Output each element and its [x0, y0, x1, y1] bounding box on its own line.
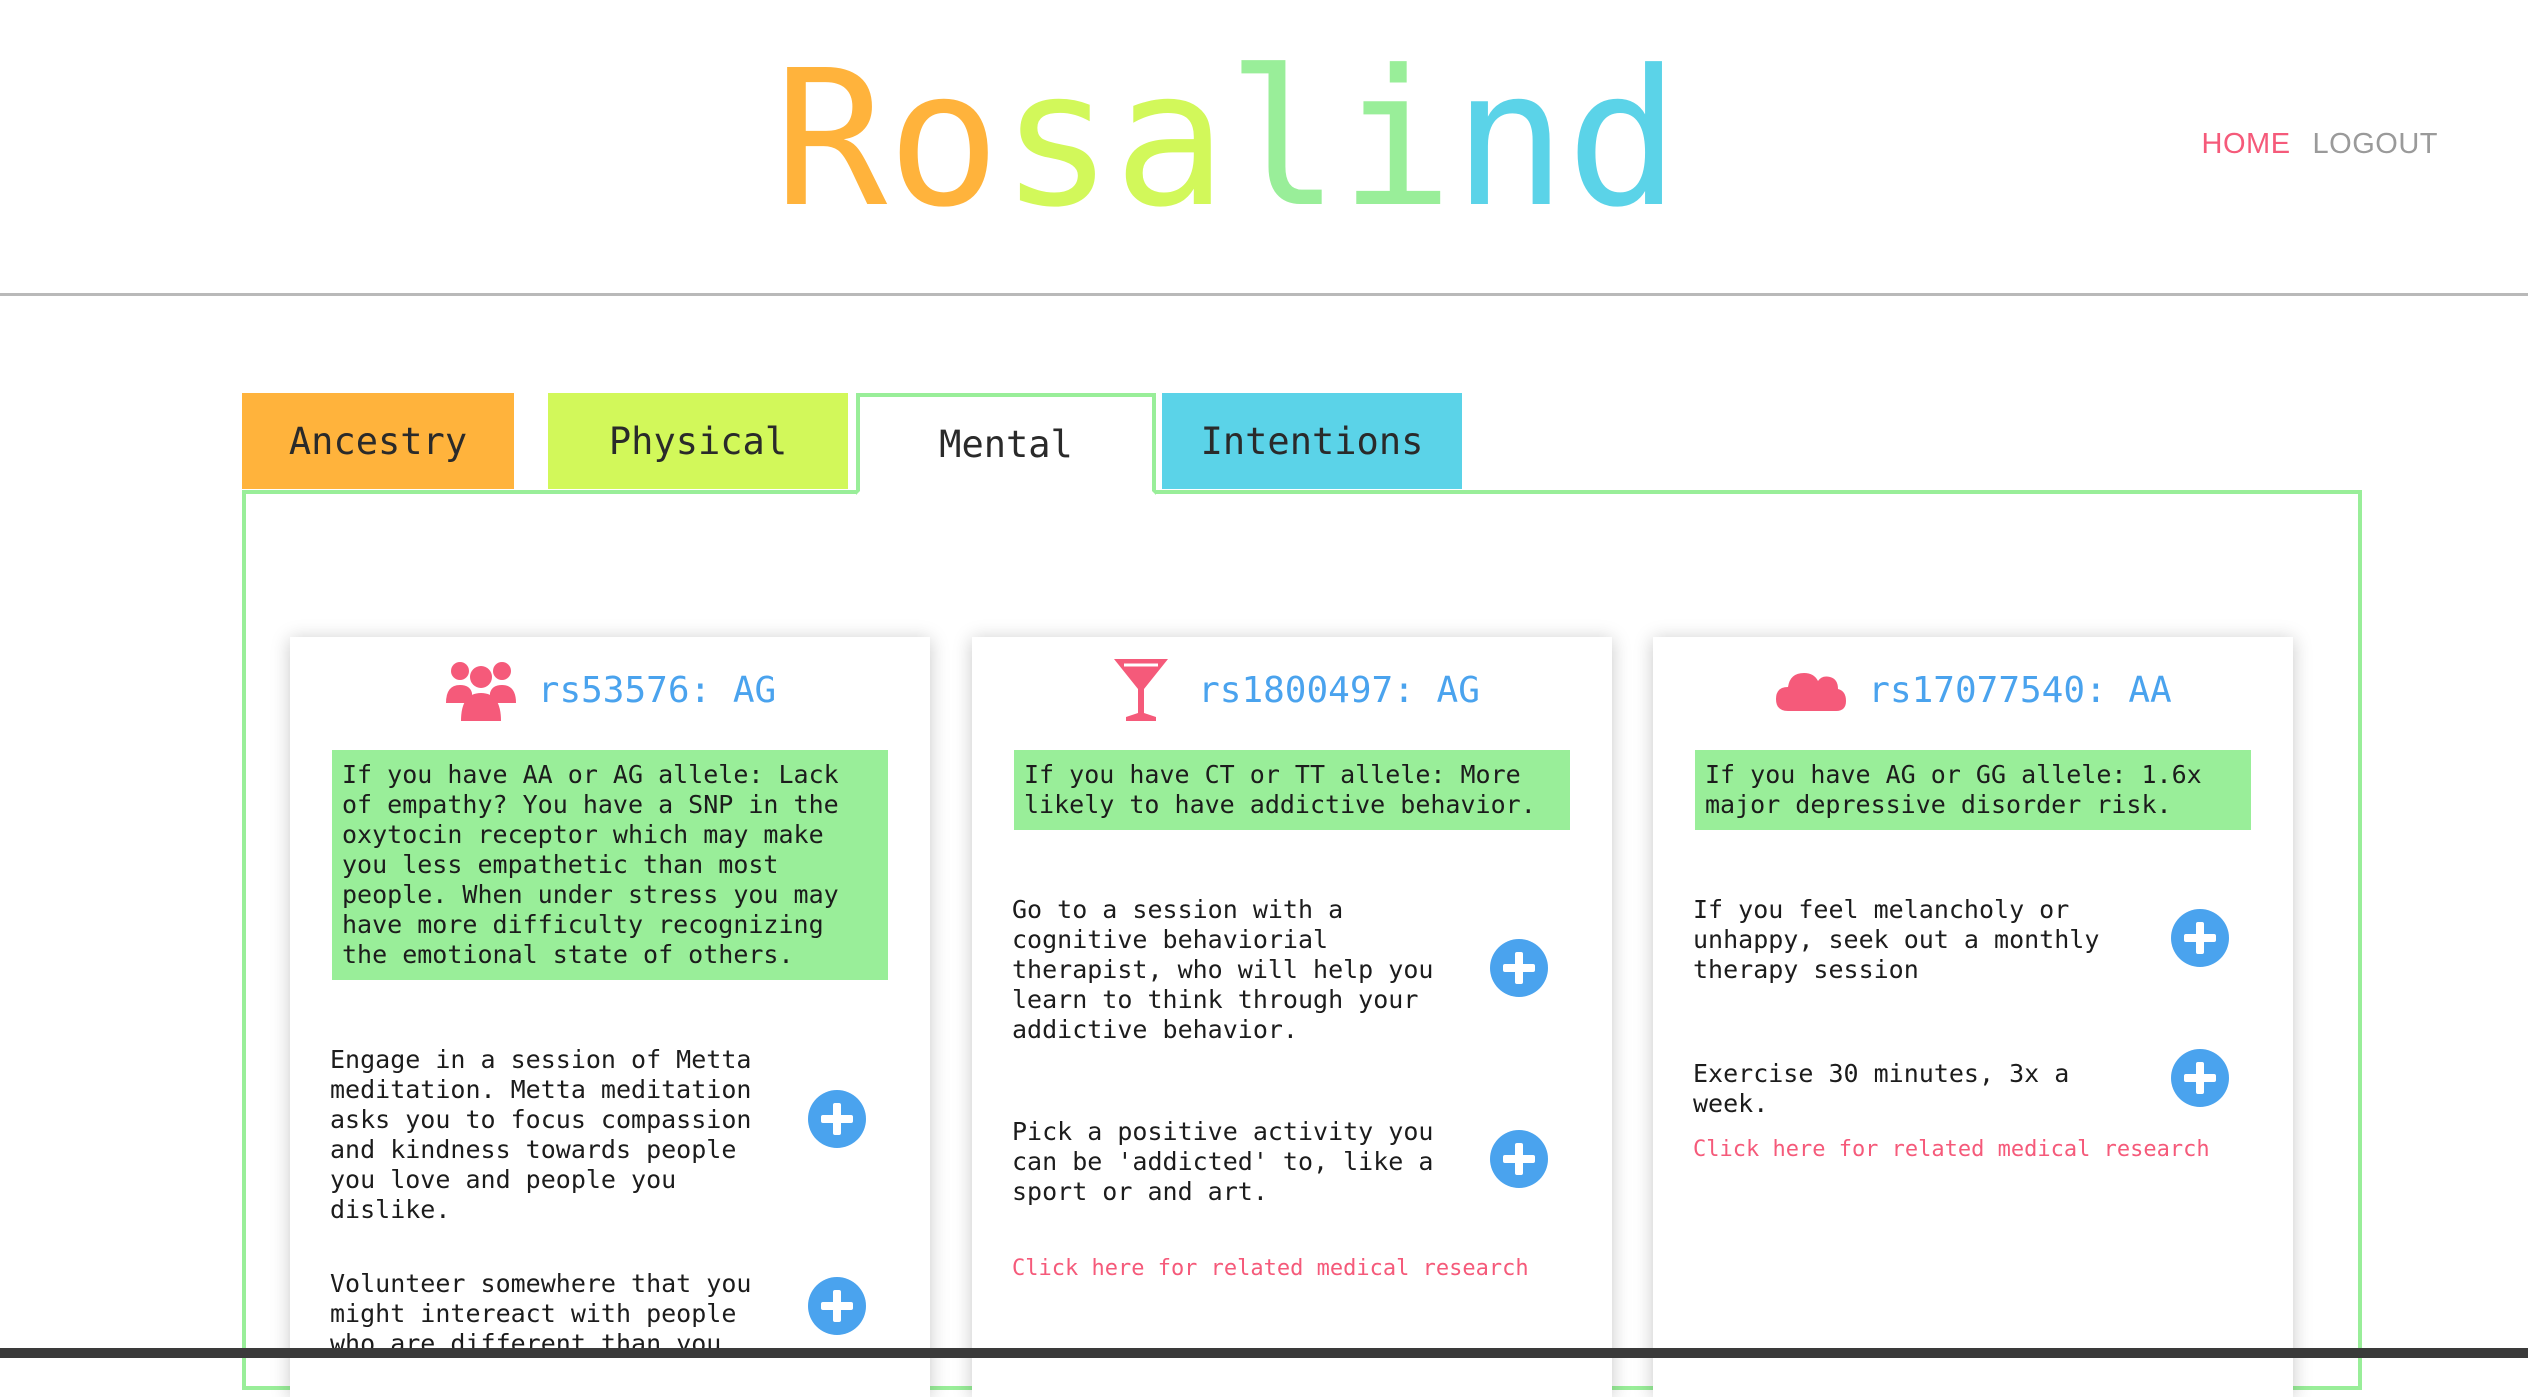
snp-genotype-title: rs17077540: AA [1868, 669, 2172, 711]
top-nav: HOME LOGOUT [2202, 128, 2438, 161]
card-header: rs17077540: AA [1653, 655, 2293, 725]
intention-text: Go to a session with a cognitive behavio… [1012, 895, 1434, 1044]
tab-ancestry[interactable]: Ancestry [242, 393, 514, 489]
cloud-icon [1774, 657, 1848, 723]
logo-letter: l [1226, 30, 1340, 249]
nav-home-link[interactable]: HOME [2202, 128, 2291, 161]
logo-letter: i [1339, 30, 1454, 249]
logo-letter: d [1566, 30, 1680, 249]
snp-card: rs17077540: AA If you have AG or GG alle… [1653, 637, 2293, 1397]
card-header: rs53576: AG [290, 655, 930, 725]
cocktail-glass-icon [1104, 657, 1178, 723]
intention-item: Go to a session with a cognitive behavio… [1012, 895, 1572, 1044]
nav-logout-link[interactable]: LOGOUT [2313, 128, 2438, 161]
risk-description: If you have AG or GG allele: 1.6x major … [1695, 750, 2251, 830]
add-intention-button[interactable] [808, 1090, 866, 1148]
tab-mental[interactable]: Mental [856, 393, 1156, 495]
intention-text: Exercise 30 minutes, 3x a week. [1693, 1059, 2070, 1118]
site-logo: Rosalind [774, 20, 1754, 260]
tab-intentions[interactable]: Intentions [1162, 393, 1462, 489]
card-header: rs1800497: AG [972, 655, 1612, 725]
logo-letter: s [1000, 30, 1114, 249]
people-group-icon [444, 657, 518, 723]
logo-letter: n [1453, 30, 1567, 249]
category-tabs: Ancestry Physical Mental Intentions [242, 393, 2362, 495]
intention-item: If you feel melancholy or unhappy, seek … [1693, 895, 2253, 1025]
intention-item: Pick a positive activity you can be 'add… [1012, 1117, 1572, 1247]
window-bottom-edge [0, 1348, 2528, 1358]
logo-letter: R [774, 30, 888, 249]
medical-research-link[interactable]: Click here for related medical research [1693, 1137, 2210, 1162]
add-intention-button[interactable] [808, 1277, 866, 1335]
intention-item: Exercise 30 minutes, 3x a week. [1693, 1049, 2253, 1189]
add-intention-button[interactable] [1490, 939, 1548, 997]
risk-description: If you have CT or TT allele: More likely… [1014, 750, 1570, 830]
medical-research-link[interactable]: Click here for related medical research [1012, 1256, 1529, 1281]
intention-item: Volunteer somewhere that you might inter… [330, 1269, 890, 1397]
logo-letter: o [887, 30, 1001, 249]
intention-item: Engage in a session of Metta meditation.… [330, 1045, 890, 1224]
snp-genotype-title: rs1800497: AG [1198, 669, 1480, 711]
add-intention-button[interactable] [1490, 1130, 1548, 1188]
intention-text: If you feel melancholy or unhappy, seek … [1693, 895, 2100, 984]
snp-card: rs53576: AG If you have AA or AG allele:… [290, 637, 930, 1397]
tab-physical[interactable]: Physical [548, 393, 848, 489]
intention-text: Pick a positive activity you can be 'add… [1012, 1117, 1434, 1206]
snp-genotype-title: rs53576: AG [537, 669, 777, 711]
site-header: Rosalind HOME LOGOUT [0, 0, 2528, 296]
risk-description: If you have AA or AG allele: Lack of emp… [332, 750, 888, 980]
add-intention-button[interactable] [2171, 1049, 2229, 1107]
snp-card: rs1800497: AG If you have CT or TT allel… [972, 637, 1612, 1397]
intention-text: Engage in a session of Metta meditation.… [330, 1045, 752, 1224]
intention-text: Volunteer somewhere that you might inter… [330, 1269, 752, 1358]
add-intention-button[interactable] [2171, 909, 2229, 967]
logo-letter: a [1113, 30, 1227, 249]
